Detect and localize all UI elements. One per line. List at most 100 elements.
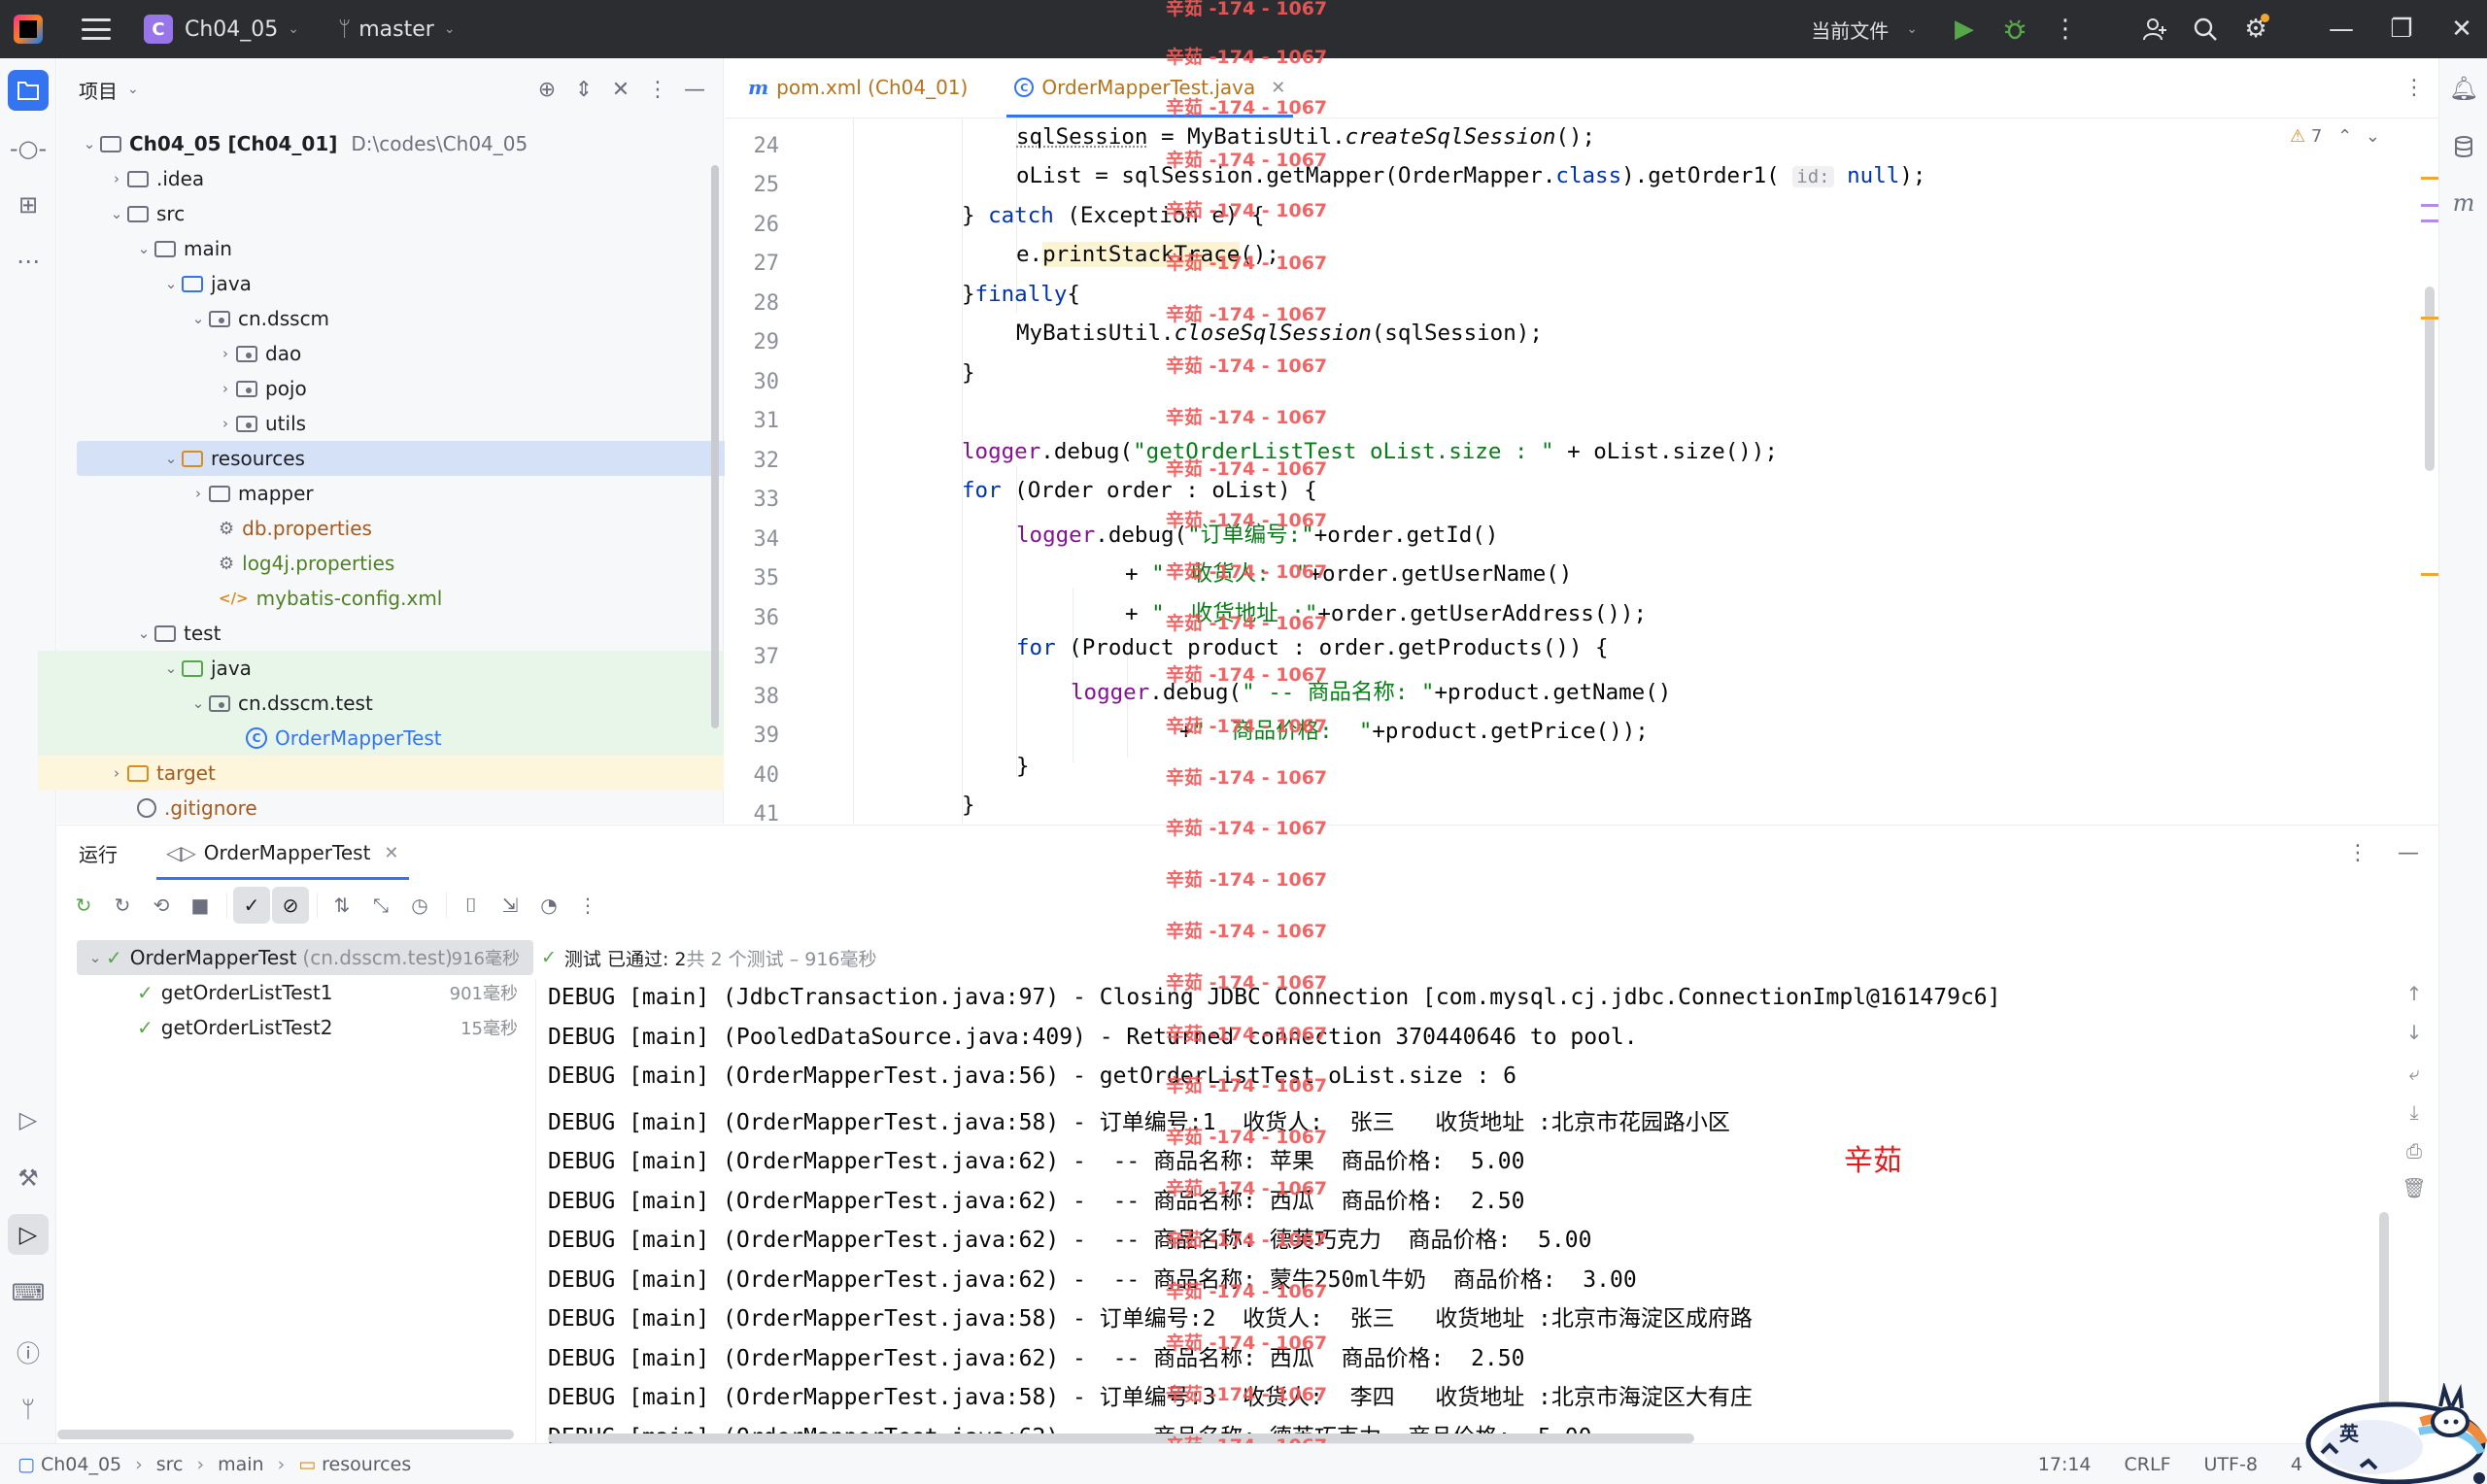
run-config-selector[interactable]: 当前文件	[1811, 16, 1889, 44]
restore-icon[interactable]: ❐	[2376, 0, 2427, 58]
chevron-right-icon[interactable]: ›	[187, 485, 209, 502]
build-hammer-icon[interactable]: ⚒	[8, 1158, 49, 1198]
chevron-down-icon[interactable]: ⌄	[79, 135, 100, 152]
tree-item-utils[interactable]: › utils	[57, 406, 698, 441]
maven-icon[interactable]: m	[2445, 185, 2482, 221]
test-case-row[interactable]: ✓ getOrderListTest1 901毫秒	[57, 975, 533, 1010]
chevron-right-icon[interactable]: ›	[106, 170, 127, 187]
chevron-down-icon[interactable]: ⌄	[187, 694, 209, 712]
chevron-down-icon[interactable]: ⌄	[133, 624, 154, 642]
sort-alpha-icon[interactable]: ⇅	[324, 887, 360, 924]
warning-marker[interactable]	[2421, 177, 2438, 180]
problems-icon[interactable]: ⓘ	[8, 1331, 49, 1371]
tree-item-test-java[interactable]: ⌄ java	[38, 651, 724, 686]
tree-item-pojo[interactable]: › pojo	[57, 371, 698, 406]
project-tool-icon[interactable]	[8, 70, 49, 111]
git-icon[interactable]: ᛘ	[8, 1389, 49, 1430]
tree-item-db-properties[interactable]: ⚙ db.properties	[57, 511, 698, 546]
toggle-auto-test-icon[interactable]: ⟲	[143, 887, 180, 924]
tree-item-gitignore[interactable]: .gitignore	[57, 791, 698, 826]
tree-item-main[interactable]: ⌄ main	[57, 231, 698, 266]
tree-item-mapper[interactable]: › mapper	[57, 476, 698, 511]
terminal-icon[interactable]: ⌨	[8, 1272, 49, 1313]
breadcrumb-item[interactable]: resources	[322, 1454, 411, 1475]
warning-marker[interactable]	[2421, 573, 2438, 576]
warning-marker[interactable]	[2421, 317, 2438, 320]
chevron-right-icon[interactable]: ›	[215, 415, 236, 432]
chevron-down-icon[interactable]: ⌄	[160, 450, 182, 467]
test-case-row[interactable]: ✓ getOrderListTest2 15毫秒	[57, 1010, 533, 1045]
tab-pom-xml[interactable]: m pom.xml (Ch04_01)	[731, 57, 985, 118]
tree-item-dao[interactable]: › dao	[57, 336, 698, 371]
indent-setting[interactable]: 4	[2291, 1454, 2302, 1475]
console-h-scrollbar[interactable]	[548, 1433, 1694, 1443]
chevron-down-icon[interactable]: ⌄	[160, 275, 182, 292]
show-passed-icon[interactable]: ✓	[233, 887, 270, 924]
run-tab-ordermappertest[interactable]: ◁▷ OrderMapperTest ✕	[156, 826, 409, 880]
tree-item-test[interactable]: ⌄ test	[57, 616, 698, 651]
tree-item-project-root[interactable]: ⌄ Ch04_05 [Ch04_01] D:\codes\Ch04_05	[57, 126, 698, 161]
tree-item-resources[interactable]: ⌄ resources	[77, 441, 763, 476]
test-tree-scrollbar[interactable]	[57, 1430, 514, 1439]
history-icon[interactable]: ◷	[401, 887, 438, 924]
export-icon[interactable]: ⇲	[492, 887, 528, 924]
locate-icon[interactable]: ⊕	[528, 78, 565, 102]
chevron-down-icon[interactable]: ⌄	[187, 310, 209, 327]
structure-icon[interactable]: ⊞	[8, 185, 49, 225]
breadcrumb-item[interactable]: src	[156, 1454, 184, 1475]
info-marker[interactable]	[2421, 219, 2438, 222]
database-icon[interactable]	[2445, 128, 2482, 165]
options-icon[interactable]: ⋮	[2347, 841, 2368, 865]
tree-item-target[interactable]: › target	[38, 756, 724, 791]
options-icon[interactable]: ⋮	[639, 78, 676, 102]
chevron-down-icon[interactable]: ⌄	[85, 949, 106, 966]
project-panel-title[interactable]: 项目	[79, 76, 118, 104]
tree-item-cn-dsscm-test[interactable]: ⌄ cn.dsscm.test	[38, 686, 724, 721]
project-name[interactable]: Ch04_05	[185, 17, 278, 42]
warnings-indicator[interactable]: ⚠ 7 ⌃ ⌄	[2290, 126, 2380, 147]
tab-ordermappertest[interactable]: C OrderMapperTest.java ✕	[997, 57, 1303, 118]
soft-wrap-icon[interactable]: ⤶	[2400, 1059, 2429, 1088]
line-separator[interactable]: CRLF	[2125, 1454, 2171, 1475]
chevron-down-icon[interactable]: ⌄	[133, 240, 154, 257]
file-encoding[interactable]: UTF-8	[2204, 1454, 2258, 1475]
tree-item-cn-dsscm[interactable]: ⌄ cn.dsscm	[57, 301, 698, 336]
close-icon[interactable]: ✕	[2436, 0, 2487, 58]
hide-panel-icon[interactable]: —	[2398, 841, 2419, 865]
cursor-position[interactable]: 17:14	[2038, 1454, 2092, 1475]
main-menu-icon[interactable]	[82, 18, 111, 40]
editor-scrollbar[interactable]	[2425, 287, 2435, 471]
coverage-icon[interactable]: ◔	[530, 887, 567, 924]
close-tab-icon[interactable]: ✕	[1271, 78, 1285, 98]
branch-name[interactable]: master	[358, 17, 434, 42]
chevron-down-icon[interactable]: ⌄	[127, 82, 139, 97]
rerun-icon[interactable]: ↻	[65, 887, 102, 924]
tree-item-mybatis-config[interactable]: </> mybatis-config.xml	[57, 581, 698, 616]
run-icon[interactable]: ▶	[1939, 0, 1990, 58]
chevron-right-icon[interactable]: ›	[106, 764, 127, 782]
rerun-failed-icon[interactable]: ↻	[104, 887, 141, 924]
project-scrollbar[interactable]	[711, 165, 719, 728]
show-ignored-icon[interactable]: ⊘	[272, 887, 309, 924]
notifications-icon[interactable]: 🔔︎	[2445, 70, 2482, 107]
close-tab-icon[interactable]: ✕	[384, 843, 398, 863]
tree-item-log4j-properties[interactable]: ⚙ log4j.properties	[57, 546, 698, 581]
trash-icon[interactable]: 🗑︎	[2400, 1173, 2429, 1202]
chevron-down-icon[interactable]: ⌄	[106, 205, 127, 222]
test-suite-row[interactable]: ⌄ ✓ OrderMapperTest (cn.dsscm.test) 916毫…	[77, 940, 533, 975]
more-tabs-icon[interactable]: ⋮	[2403, 76, 2425, 100]
print-icon[interactable]: ⎙	[2400, 1136, 2429, 1165]
run-tool-icon[interactable]: ▷	[8, 1214, 49, 1255]
chevron-down-icon[interactable]: ⌄	[288, 21, 299, 37]
more-tools-icon[interactable]: ⋯	[8, 241, 49, 282]
tree-item-idea[interactable]: › .idea	[57, 161, 698, 196]
chevron-down-icon[interactable]: ⌄	[1906, 21, 1918, 37]
more-actions-icon[interactable]: ⋮	[2040, 0, 2091, 58]
expand-all-icon[interactable]: ⇕	[565, 78, 602, 102]
sort-duration-icon[interactable]: ⤡	[362, 887, 399, 924]
scroll-to-end-icon[interactable]: ⤓	[2400, 1097, 2429, 1127]
tree-item-src[interactable]: ⌄ src	[57, 196, 698, 231]
breadcrumb-item[interactable]: main	[218, 1454, 263, 1475]
chevron-right-icon[interactable]: ›	[215, 345, 236, 362]
stop-icon[interactable]: ■	[182, 887, 219, 924]
